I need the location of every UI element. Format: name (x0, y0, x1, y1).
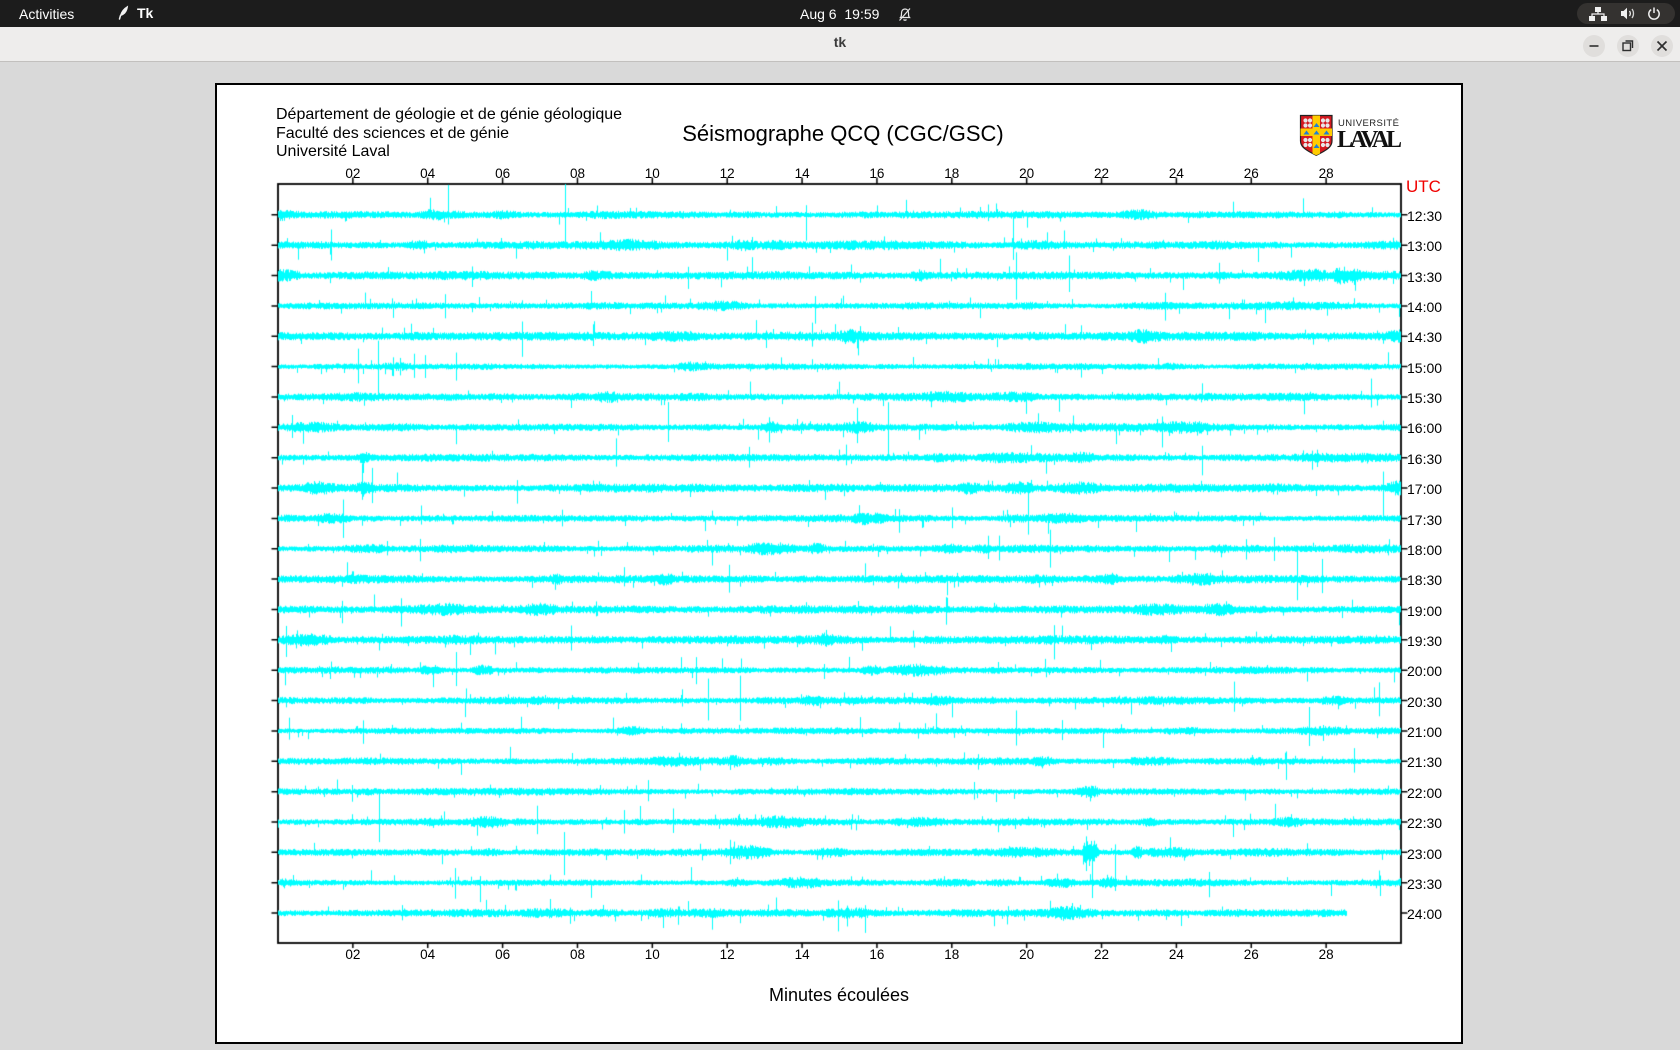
svg-text:LAVAL: LAVAL (1337, 127, 1402, 153)
